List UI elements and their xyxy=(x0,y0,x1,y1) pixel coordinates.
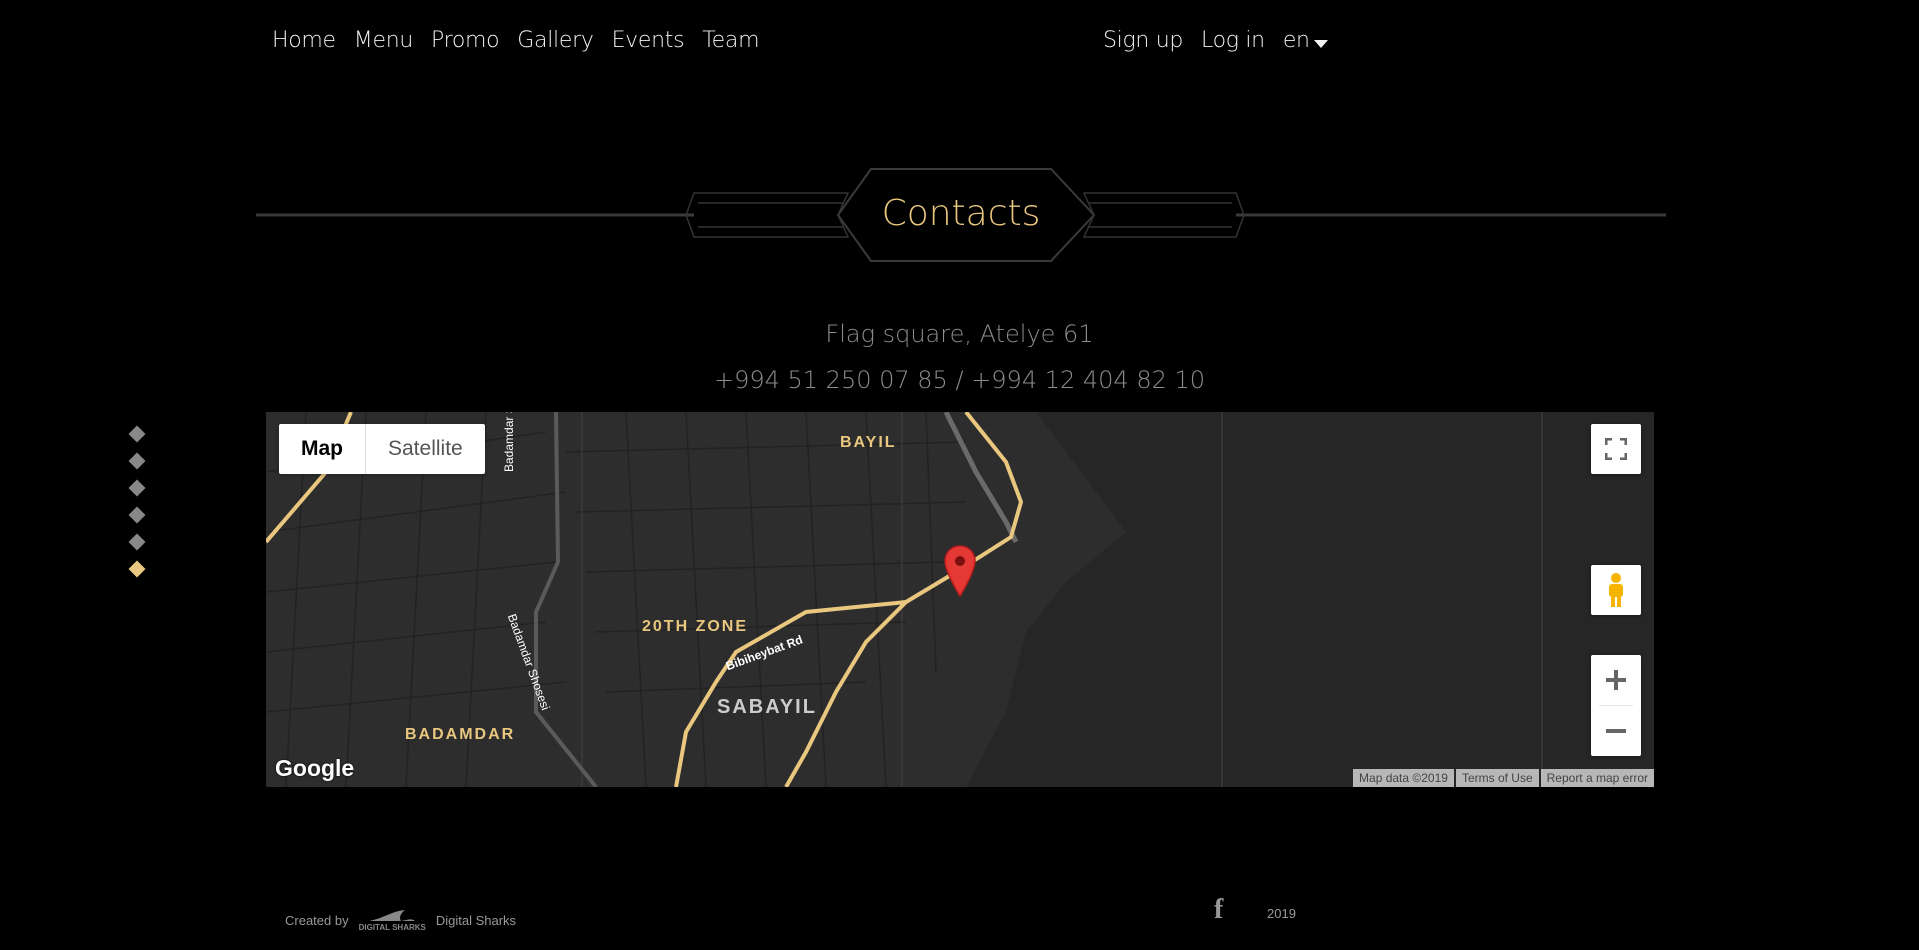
section-title-banner: Contacts xyxy=(256,165,1666,265)
section-dot-active[interactable] xyxy=(128,560,145,577)
footer-credits: Created by DIGITAL SHARKS Digital Sharks xyxy=(285,909,516,932)
section-dot[interactable] xyxy=(128,479,145,496)
created-by-text: Created by xyxy=(285,913,349,928)
contact-phones: +994 51 250 07 85 / +994 12 404 82 10 xyxy=(713,366,1206,394)
map-label-badamdar: BADAMDAR xyxy=(405,726,516,743)
map-attribution: Map data ©2019 Terms of Use Report a map… xyxy=(1353,769,1654,787)
section-dot[interactable] xyxy=(128,533,145,550)
language-selector[interactable]: en xyxy=(1283,28,1328,53)
section-dot[interactable] xyxy=(128,425,145,442)
map-data-text: Map data ©2019 xyxy=(1353,769,1454,787)
map-label-20th-zone: 20TH ZONE xyxy=(642,618,749,635)
nav-promo[interactable]: Promo xyxy=(431,28,500,53)
nav-events[interactable]: Events xyxy=(612,28,685,53)
digital-sharks-logo[interactable]: DIGITAL SHARKS xyxy=(359,909,426,932)
signup-link[interactable]: Sign up xyxy=(1103,28,1183,53)
map-type-map-button[interactable]: Map xyxy=(279,424,366,474)
zoom-out-button[interactable] xyxy=(1591,706,1641,756)
section-dot[interactable] xyxy=(128,506,145,523)
footer-year: 2019 xyxy=(1267,906,1296,921)
section-dot[interactable] xyxy=(128,452,145,469)
login-link[interactable]: Log in xyxy=(1201,28,1265,53)
minus-icon xyxy=(1606,729,1626,733)
plus-icon xyxy=(1606,670,1626,690)
nav-gallery[interactable]: Gallery xyxy=(517,28,594,53)
shark-fin-icon xyxy=(369,910,416,921)
nav-team[interactable]: Team xyxy=(702,28,759,53)
fullscreen-button[interactable] xyxy=(1591,424,1641,474)
main-nav: Home Menu Promo Gallery Events Team xyxy=(272,28,760,53)
terms-of-use-link[interactable]: Terms of Use xyxy=(1455,769,1539,787)
caret-down-icon xyxy=(1313,39,1328,48)
road-label-badamdar-1: Badamdar Shosesi xyxy=(502,412,516,472)
google-map[interactable]: BAYIL 20TH ZONE SABAYIL BADAMDAR Badamda… xyxy=(266,412,1654,787)
language-value: en xyxy=(1282,28,1310,53)
nav-home[interactable]: Home xyxy=(272,28,336,53)
map-type-control: Map Satellite xyxy=(279,424,485,474)
street-view-pegman[interactable] xyxy=(1591,565,1641,615)
map-type-satellite-button[interactable]: Satellite xyxy=(366,424,485,474)
map-label-sabayil: SABAYIL xyxy=(717,696,817,718)
page-title: Contacts xyxy=(881,193,1041,234)
report-map-error-link[interactable]: Report a map error xyxy=(1540,769,1654,787)
nav-menu[interactable]: Menu xyxy=(354,28,414,53)
facebook-icon[interactable]: f xyxy=(1214,894,1223,926)
logo-text: DIGITAL SHARKS xyxy=(358,923,426,932)
map-marker-icon[interactable] xyxy=(943,544,977,603)
map-label-bayil: BAYIL xyxy=(840,434,897,451)
company-name[interactable]: Digital Sharks xyxy=(436,913,516,928)
google-logo[interactable]: Google xyxy=(275,755,354,782)
zoom-in-button[interactable] xyxy=(1591,655,1641,705)
section-dots-nav xyxy=(128,425,145,577)
pegman-icon xyxy=(1609,573,1623,607)
account-nav: Sign up Log in en xyxy=(1103,28,1328,53)
zoom-control xyxy=(1591,655,1641,756)
fullscreen-icon xyxy=(1605,438,1627,460)
contact-address: Flag square, Atelye 61 xyxy=(825,320,1094,348)
